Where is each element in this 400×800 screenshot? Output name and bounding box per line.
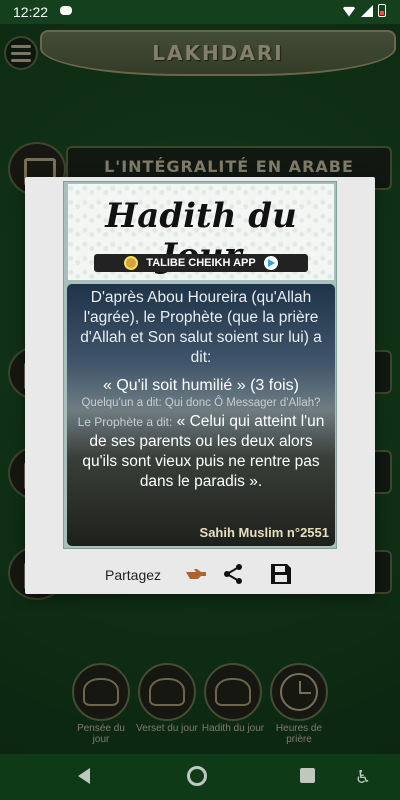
app-name: TALIBE CHEIKH APP xyxy=(146,257,256,269)
signal-icon xyxy=(361,4,373,17)
share-row: Partagez xyxy=(25,561,375,587)
share-label: Partagez xyxy=(105,567,162,583)
status-icons xyxy=(342,4,386,17)
app-strip: TALIBE CHEIKH APP xyxy=(94,254,308,272)
save-icon[interactable] xyxy=(270,563,292,585)
hadith-quote-1: « Qu'il soit humilié » (3 fois) xyxy=(102,377,299,394)
hadith-prophet: Le Prophète a dit: « Celui qui atteint l… xyxy=(73,412,329,492)
hadith-question: Quelqu'un a dit: Qui donc Ô Messager d'A… xyxy=(81,397,321,409)
hadith-card: Hadith du Jour TALIBE CHEIKH APP D'après… xyxy=(63,181,337,549)
battery-icon xyxy=(378,4,386,17)
status-bar: 12:22 xyxy=(0,0,400,24)
hadith-source: Sahih Muslim n°2551 xyxy=(199,525,329,540)
accessibility-icon[interactable]: ♿ xyxy=(354,766,372,788)
card-header: Hadith du Jour TALIBE CHEIKH APP xyxy=(68,184,334,280)
app-logo-icon xyxy=(124,256,139,270)
share-icon[interactable] xyxy=(222,563,244,585)
hadith-body: D'après Abou Houreira (qu'Allah l'agrée)… xyxy=(67,284,335,546)
wifi-icon xyxy=(342,6,356,17)
status-time: 12:22 xyxy=(13,4,49,20)
navigation-bar: ♿ xyxy=(0,754,400,800)
hand-point-icon xyxy=(186,569,206,579)
play-store-icon xyxy=(263,256,278,270)
gamepad-icon xyxy=(60,6,72,15)
hadith-prophet-lead: Le Prophète a dit: xyxy=(77,415,173,429)
back-icon[interactable] xyxy=(78,768,90,784)
home-icon[interactable] xyxy=(187,766,207,786)
hadith-intro: D'après Abou Houreira (qu'Allah l'agrée)… xyxy=(80,289,322,366)
hadith-dialog: Hadith du Jour TALIBE CHEIKH APP D'après… xyxy=(25,177,375,594)
recents-icon[interactable] xyxy=(300,768,315,783)
